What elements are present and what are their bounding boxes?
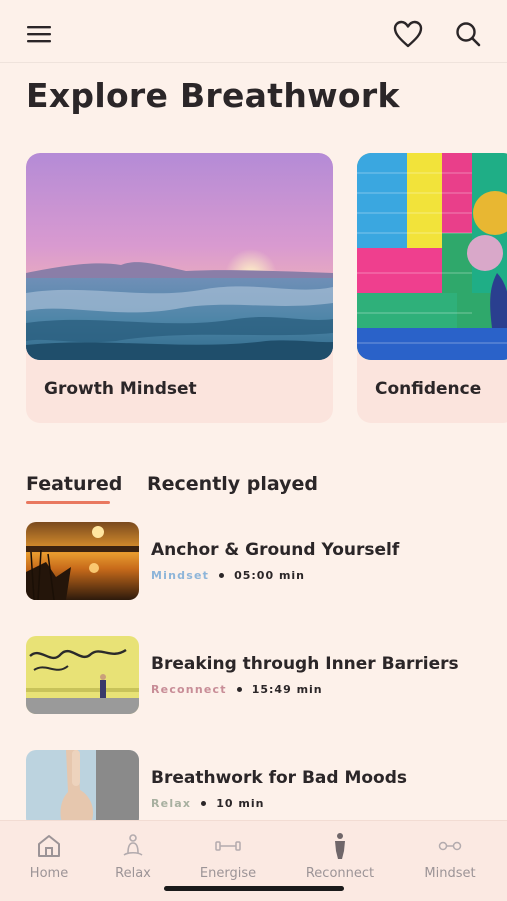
heart-icon [393, 20, 423, 48]
category-card-confidence[interactable]: Confidence [357, 153, 507, 423]
colorful-wall-image [357, 153, 507, 360]
nav-reconnect-label: Reconnect [305, 866, 375, 881]
tab-featured-label: Featured [26, 473, 123, 495]
menu-icon [27, 26, 51, 43]
active-tab-indicator [26, 501, 110, 504]
nav-mindset-label: Mindset [424, 866, 476, 881]
list-item-inner-barriers[interactable]: Breaking through Inner Barriers Reconnec… [26, 636, 496, 716]
nav-relax-label: Relax [115, 866, 151, 881]
nav-home-label: Home [29, 866, 69, 881]
believe-wall-thumbnail [26, 636, 139, 714]
category-label: Mindset [151, 569, 210, 582]
menu-button[interactable] [22, 18, 56, 50]
meditation-icon [123, 834, 143, 856]
search-icon [456, 22, 481, 47]
home-indicator [164, 886, 344, 891]
nav-reconnect[interactable]: Reconnect [295, 831, 385, 881]
nav-home[interactable]: Home [4, 831, 94, 881]
nav-energise-label: Energise [199, 866, 257, 881]
duration-label: 05:00 min [234, 569, 306, 582]
home-icon [38, 835, 60, 857]
list-item-title: Breathwork for Bad Moods [151, 768, 408, 788]
person-icon [335, 833, 345, 859]
tab-recent-label: Recently played [147, 473, 319, 495]
sunset-lake-thumbnail [26, 522, 139, 600]
list-item-title: Anchor & Ground Yourself [151, 540, 400, 560]
card-label: Growth Mindset [44, 379, 197, 399]
list-item-meta: Relax 10 min [151, 797, 264, 810]
category-card-growth-mindset[interactable]: Growth Mindset [26, 153, 333, 423]
card-label: Confidence [375, 379, 482, 399]
list-item-meta: Reconnect 15:49 min [151, 683, 323, 696]
page-title: Explore Breathwork [26, 76, 400, 115]
nav-relax[interactable]: Relax [88, 831, 178, 881]
category-label: Reconnect [151, 683, 227, 696]
search-button[interactable] [450, 18, 486, 50]
tab-recently-played[interactable]: Recently played [147, 473, 318, 495]
thumbs-down-thumbnail [26, 750, 139, 828]
separator-dot [201, 801, 207, 806]
tab-featured[interactable]: Featured [26, 473, 123, 504]
duration-label: 15:49 min [251, 683, 323, 696]
favorites-button[interactable] [390, 18, 426, 50]
separator-dot [219, 573, 225, 578]
list-item-meta: Mindset 05:00 min [151, 569, 305, 582]
dumbbell-icon [215, 841, 241, 851]
nav-energise[interactable]: Energise [183, 831, 273, 881]
duration-label: 10 min [216, 797, 265, 810]
list-item-bad-moods[interactable]: Breathwork for Bad Moods Relax 10 min [26, 750, 496, 830]
mindset-icon [438, 841, 462, 851]
list-item-anchor-ground[interactable]: Anchor & Ground Yourself Mindset 05:00 m… [26, 522, 496, 602]
nav-mindset[interactable]: Mindset [405, 831, 495, 881]
list-item-title: Breaking through Inner Barriers [151, 654, 459, 674]
top-bar [0, 0, 507, 63]
category-label: Relax [151, 797, 192, 810]
ocean-sunset-image [26, 153, 333, 360]
separator-dot [236, 687, 242, 692]
